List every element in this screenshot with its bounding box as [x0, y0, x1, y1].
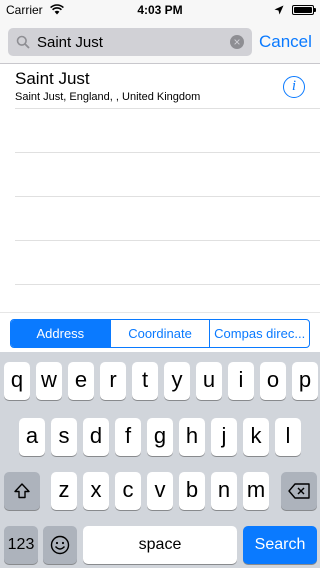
- search-bar: × Cancel: [0, 20, 320, 64]
- row-separator: [15, 152, 320, 153]
- battery-icon: [292, 5, 316, 15]
- result-subtitle: Saint Just, England, , United Kingdom: [15, 91, 201, 103]
- status-bar: Carrier 4:03 PM: [0, 0, 320, 20]
- key-v[interactable]: v: [147, 472, 173, 510]
- search-mode-segmented-control: Address Coordinate Compas direc...: [10, 319, 310, 348]
- key-o[interactable]: o: [260, 362, 286, 400]
- row-separator: [15, 240, 320, 241]
- info-icon[interactable]: i: [283, 76, 305, 98]
- key-f[interactable]: f: [115, 418, 141, 456]
- key-n[interactable]: n: [211, 472, 237, 510]
- key-p[interactable]: p: [292, 362, 318, 400]
- row-separator: [15, 108, 320, 109]
- row-separator: [15, 284, 320, 285]
- key-a[interactable]: a: [19, 418, 45, 456]
- key-z[interactable]: z: [51, 472, 77, 510]
- cancel-button[interactable]: Cancel: [259, 32, 312, 52]
- search-icon: [16, 35, 30, 49]
- segment-coordinate[interactable]: Coordinate: [111, 320, 211, 347]
- key-l[interactable]: l: [275, 418, 301, 456]
- key-e[interactable]: e: [68, 362, 94, 400]
- key-m[interactable]: m: [243, 472, 269, 510]
- emoji-key[interactable]: [43, 526, 77, 564]
- key-x[interactable]: x: [83, 472, 109, 510]
- key-w[interactable]: w: [36, 362, 62, 400]
- space-key[interactable]: space: [83, 526, 237, 564]
- clear-icon[interactable]: ×: [230, 35, 244, 49]
- keyboard: q w e r t y u i o p a s d f g h j k l z …: [0, 352, 320, 568]
- shift-key[interactable]: [4, 472, 40, 510]
- key-d[interactable]: d: [83, 418, 109, 456]
- segment-address[interactable]: Address: [11, 320, 111, 347]
- segment-compass-direction[interactable]: Compas direc...: [210, 320, 309, 347]
- shift-icon: [14, 483, 30, 499]
- key-c[interactable]: c: [115, 472, 141, 510]
- emoji-icon: [50, 535, 70, 555]
- list-item[interactable]: Saint Just Saint Just, England, , United…: [0, 64, 320, 108]
- segment-bar: Address Coordinate Compas direc...: [0, 312, 320, 352]
- search-input[interactable]: [37, 28, 227, 56]
- search-field[interactable]: ×: [8, 28, 252, 56]
- key-b[interactable]: b: [179, 472, 205, 510]
- search-key[interactable]: Search: [243, 526, 317, 564]
- key-r[interactable]: r: [100, 362, 126, 400]
- result-title: Saint Just: [15, 69, 90, 88]
- key-u[interactable]: u: [196, 362, 222, 400]
- key-y[interactable]: y: [164, 362, 190, 400]
- delete-key[interactable]: [281, 472, 317, 510]
- key-t[interactable]: t: [132, 362, 158, 400]
- key-k[interactable]: k: [243, 418, 269, 456]
- numbers-key[interactable]: 123: [4, 526, 38, 564]
- delete-icon: [288, 483, 310, 499]
- key-g[interactable]: g: [147, 418, 173, 456]
- key-h[interactable]: h: [179, 418, 205, 456]
- status-time: 4:03 PM: [137, 3, 183, 17]
- key-q[interactable]: q: [4, 362, 30, 400]
- key-i[interactable]: i: [228, 362, 254, 400]
- row-separator: [15, 196, 320, 197]
- key-j[interactable]: j: [211, 418, 237, 456]
- location-arrow-icon: [274, 5, 284, 15]
- key-s[interactable]: s: [51, 418, 77, 456]
